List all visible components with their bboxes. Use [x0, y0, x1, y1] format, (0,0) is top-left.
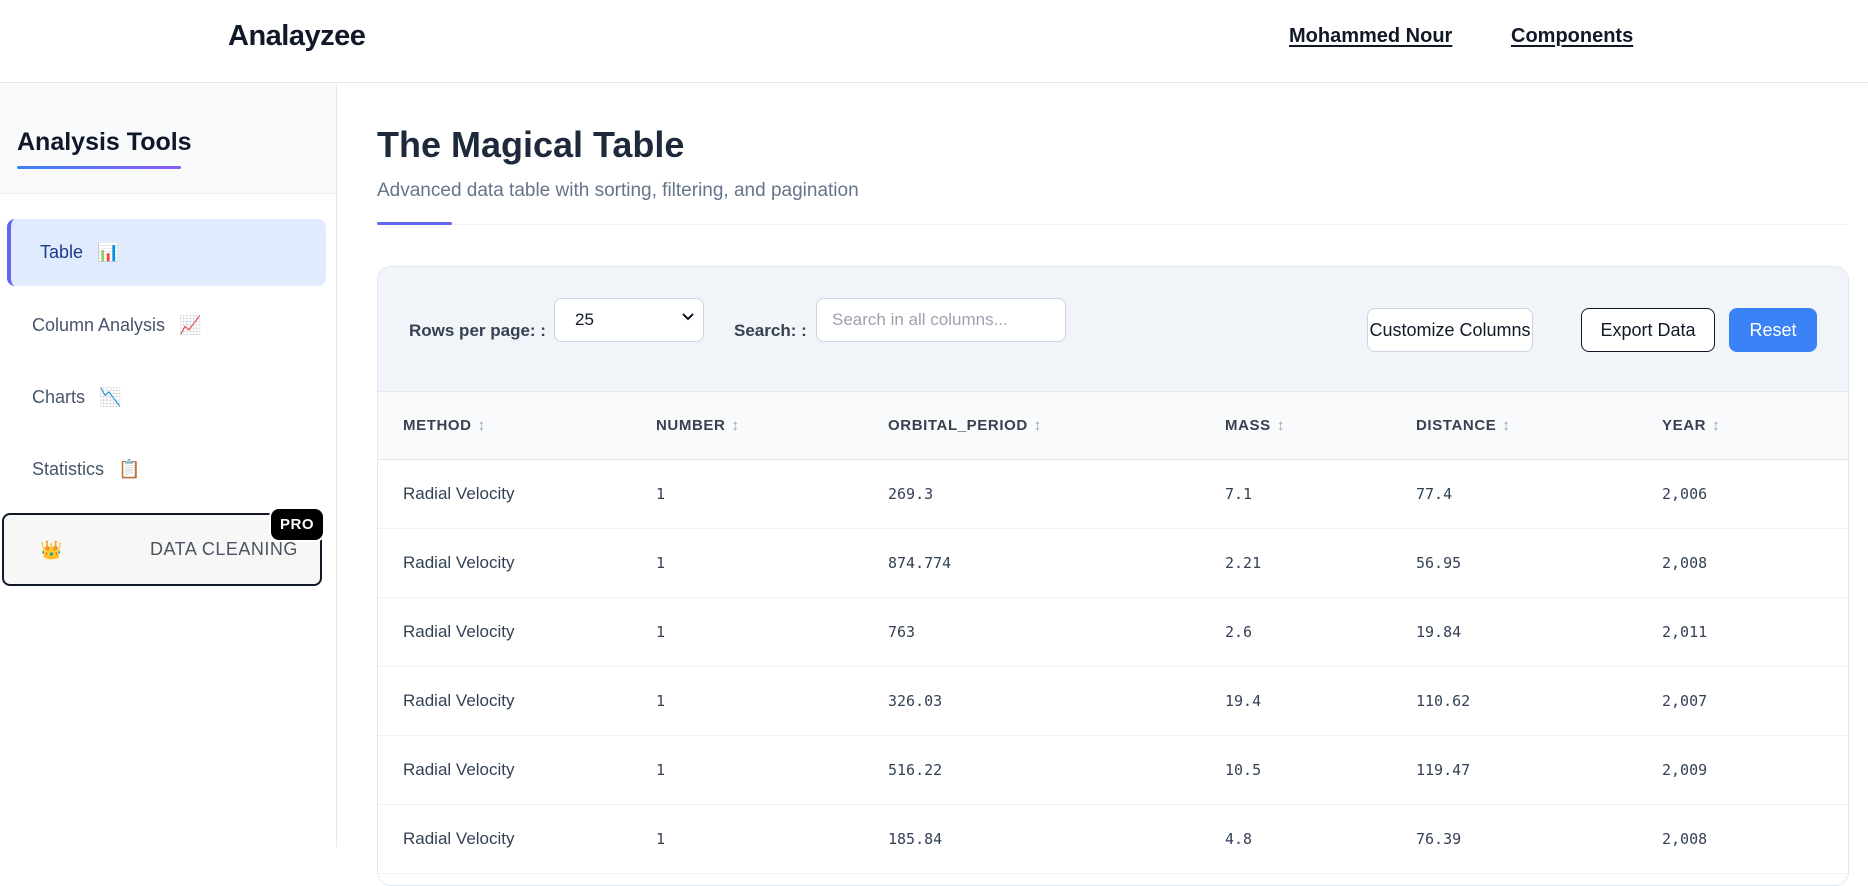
- chart-increasing-icon: 📈: [179, 315, 202, 335]
- page-subtitle: Advanced data table with sorting, filter…: [377, 180, 859, 201]
- cell-number: 1: [656, 484, 666, 503]
- cell-orbital-period: 763: [888, 622, 916, 641]
- cell-number: 1: [656, 622, 666, 641]
- cell-year: 2,008: [1662, 553, 1708, 572]
- cell-distance: 110.62: [1416, 691, 1471, 710]
- cell-distance: 56.95: [1416, 553, 1462, 572]
- bar-chart-icon: 📊: [97, 242, 120, 262]
- top-navbar: Analayzee Mohammed Nour Components: [0, 0, 1868, 83]
- cell-mass: 4.8: [1225, 829, 1253, 848]
- brand-logo[interactable]: Analayzee: [228, 20, 366, 53]
- table-row[interactable]: Radial Velocity 1 326.03 19.4 110.62 2,0…: [378, 666, 1848, 735]
- sidebar-item-label: Charts: [32, 387, 86, 407]
- column-header-number[interactable]: NUMBER ↕: [656, 392, 888, 459]
- column-header-method[interactable]: METHOD ↕: [378, 392, 656, 459]
- cell-year: 2,009: [1662, 760, 1708, 779]
- sidebar-item-charts[interactable]: Charts 📉: [7, 364, 326, 431]
- cell-method: Radial Velocity: [403, 552, 515, 572]
- column-header-orbital-period[interactable]: ORBITAL_PERIOD ↕: [888, 392, 1225, 459]
- title-divider: [377, 224, 1848, 225]
- column-header-year[interactable]: YEAR ↕: [1662, 392, 1848, 459]
- cell-mass: 19.4: [1225, 691, 1262, 710]
- chevron-down-icon: [681, 309, 695, 326]
- sidebar-item-label: Column Analysis: [32, 315, 166, 335]
- clipboard-icon: 📋: [118, 459, 141, 479]
- cell-year: 2,007: [1662, 691, 1708, 710]
- data-table: METHOD ↕ NUMBER ↕ ORBITAL_PERIOD ↕ MASS ↕ DI…: [378, 392, 1848, 874]
- sidebar-item-column-analysis[interactable]: Column Analysis 📈: [7, 292, 326, 359]
- sort-icon: ↕: [1502, 416, 1511, 434]
- table-row[interactable]: Radial Velocity 1 185.84 4.8 76.39 2,008: [378, 804, 1848, 873]
- rows-per-page-select[interactable]: 25: [554, 298, 704, 342]
- table-card: Rows per page: : 25 Search: : Customize …: [377, 266, 1849, 886]
- sidebar-title-underline: [17, 166, 181, 169]
- sidebar-item-table[interactable]: Table 📊: [7, 219, 326, 286]
- cell-distance: 76.39: [1416, 829, 1462, 848]
- sort-icon: ↕: [477, 416, 486, 434]
- table-row[interactable]: Radial Velocity 1 269.3 7.1 77.4 2,006: [378, 459, 1848, 528]
- cell-number: 1: [656, 760, 666, 779]
- cell-number: 1: [656, 691, 666, 710]
- cell-mass: 10.5: [1225, 760, 1262, 779]
- title-accent-bar: [377, 222, 452, 225]
- sidebar-item-label: Statistics: [32, 459, 105, 479]
- cell-method: Radial Velocity: [403, 483, 515, 503]
- export-data-button[interactable]: Export Data: [1581, 308, 1715, 352]
- cell-method: Radial Velocity: [403, 690, 515, 710]
- cell-orbital-period: 874.774: [888, 553, 952, 572]
- cell-year: 2,008: [1662, 829, 1708, 848]
- cell-method: Radial Velocity: [403, 621, 515, 641]
- table-row[interactable]: Radial Velocity 1 763 2.6 19.84 2,011: [378, 597, 1848, 666]
- sort-icon: ↕: [731, 416, 740, 434]
- cell-distance: 19.84: [1416, 622, 1462, 641]
- table-row[interactable]: Radial Velocity 1 874.774 2.21 56.95 2,0…: [378, 528, 1848, 597]
- table-controls: Rows per page: : 25 Search: : Customize …: [378, 267, 1848, 392]
- cell-distance: 119.47: [1416, 760, 1471, 779]
- sort-icon: ↕: [1712, 416, 1721, 434]
- rows-per-page-value: 25: [575, 310, 594, 329]
- table-header-row: METHOD ↕ NUMBER ↕ ORBITAL_PERIOD ↕ MASS ↕ DI…: [378, 392, 1848, 459]
- cell-orbital-period: 326.03: [888, 691, 943, 710]
- cell-number: 1: [656, 553, 666, 572]
- column-header-mass[interactable]: MASS ↕: [1225, 392, 1416, 459]
- cell-method: Radial Velocity: [403, 828, 515, 848]
- sort-icon: ↕: [1276, 416, 1285, 434]
- table-row[interactable]: Radial Velocity 1 516.22 10.5 119.47 2,0…: [378, 735, 1848, 804]
- cell-mass: 7.1: [1225, 484, 1253, 503]
- chart-decreasing-icon: 📉: [99, 387, 122, 407]
- crown-icon: 👑: [40, 540, 63, 560]
- search-label: Search: :: [734, 321, 807, 340]
- components-link[interactable]: Components: [1511, 25, 1633, 48]
- cell-distance: 77.4: [1416, 484, 1453, 503]
- rows-per-page-label: Rows per page: :: [409, 321, 546, 340]
- cell-year: 2,006: [1662, 484, 1708, 503]
- cell-mass: 2.6: [1225, 622, 1253, 641]
- sidebar-item-label: DATA CLEANING: [150, 539, 298, 559]
- pro-badge: PRO: [269, 507, 325, 542]
- cell-orbital-period: 516.22: [888, 760, 943, 779]
- cell-year: 2,011: [1662, 622, 1708, 641]
- sidebar-title: Analysis Tools: [17, 128, 192, 156]
- sort-icon: ↕: [1033, 416, 1042, 434]
- search-input[interactable]: [816, 298, 1066, 342]
- cell-orbital-period: 185.84: [888, 829, 943, 848]
- sidebar-header: Analysis Tools: [0, 84, 336, 194]
- cell-orbital-period: 269.3: [888, 484, 934, 503]
- user-link[interactable]: Mohammed Nour: [1289, 25, 1452, 48]
- column-header-distance[interactable]: DISTANCE ↕: [1416, 392, 1662, 459]
- sidebar-item-label: Table: [40, 242, 84, 262]
- cell-method: Radial Velocity: [403, 759, 515, 779]
- page-title: The Magical Table: [377, 124, 685, 165]
- cell-mass: 2.21: [1225, 553, 1262, 572]
- cell-number: 1: [656, 829, 666, 848]
- reset-button[interactable]: Reset: [1729, 308, 1817, 352]
- sidebar-item-statistics[interactable]: Statistics 📋: [7, 436, 326, 503]
- customize-columns-button[interactable]: Customize Columns: [1367, 308, 1533, 352]
